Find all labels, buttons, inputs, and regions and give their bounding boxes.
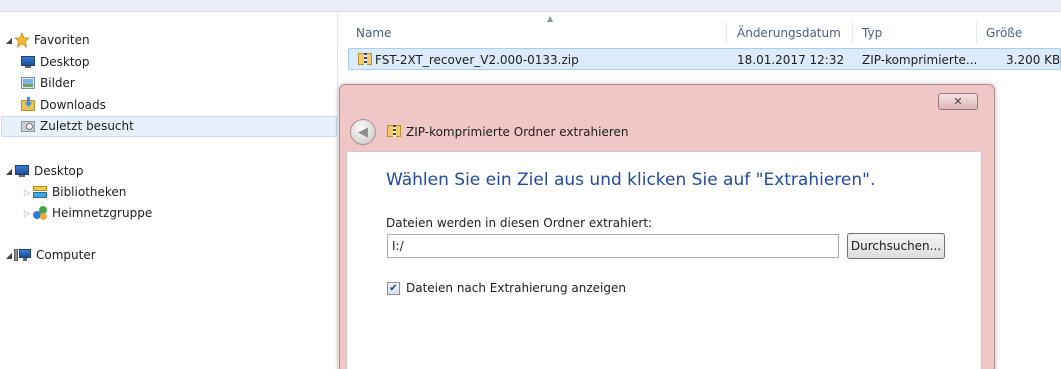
file-date: 18.01.2017 12:32: [737, 53, 845, 67]
downloads-icon: [20, 97, 36, 113]
nav-item-desktop-root[interactable]: ◢ Desktop: [4, 161, 84, 181]
instruction-heading: Wählen Sie ein Ziel aus und klicken Sie …: [386, 170, 876, 190]
nav-item-heimnetzgruppe[interactable]: ▷ Heimnetzgruppe: [22, 203, 152, 223]
homegroup-icon: [32, 205, 48, 221]
nav-item-desktop[interactable]: Desktop: [20, 52, 90, 72]
nav-item-bibliotheken[interactable]: ▷ Bibliotheken: [22, 182, 126, 202]
nav-item-label: Heimnetzgruppe: [52, 206, 153, 220]
column-divider[interactable]: [976, 22, 977, 44]
recent-places-icon: [20, 119, 36, 133]
nav-item-label: Desktop: [40, 55, 90, 69]
close-icon: ✕: [953, 95, 963, 108]
expanded-arrow-icon[interactable]: ◢: [4, 36, 14, 45]
back-arrow-icon: ◀: [358, 124, 368, 140]
destination-path-input[interactable]: [387, 234, 839, 258]
collapsed-arrow-icon[interactable]: ▷: [22, 188, 32, 197]
destination-label: Dateien werden in diesen Ordner extrahie…: [386, 216, 653, 230]
column-divider[interactable]: [726, 22, 727, 44]
nav-item-bilder[interactable]: Bilder: [20, 73, 75, 93]
zip-folder-icon: [357, 51, 373, 67]
nav-item-label: Bibliotheken: [52, 185, 127, 199]
desktop-icon: [20, 55, 36, 69]
back-button[interactable]: ◀: [350, 119, 376, 145]
show-files-label[interactable]: Dateien nach Extrahierung anzeigen: [406, 281, 626, 295]
column-divider[interactable]: [852, 22, 853, 44]
show-files-checkbox[interactable]: ✔: [387, 282, 400, 295]
desktop-icon: [14, 164, 30, 178]
file-name: FST-2XT_recover_V2.000-0133.zip: [375, 53, 579, 67]
expanded-arrow-icon[interactable]: ◢: [4, 167, 14, 176]
nav-item-favoriten[interactable]: ◢ Favoriten: [4, 30, 90, 50]
nav-item-downloads[interactable]: Downloads: [20, 95, 106, 115]
nav-item-label: Computer: [36, 248, 96, 262]
pictures-icon: [20, 76, 36, 90]
browse-button[interactable]: Durchsuchen...: [847, 233, 945, 259]
column-header-type[interactable]: Typ: [862, 22, 882, 44]
checkmark-icon: ✔: [389, 282, 398, 294]
nav-item-label: Bilder: [40, 76, 75, 90]
column-header-size[interactable]: Größe: [986, 22, 1022, 44]
column-header-date[interactable]: Änderungsdatum: [737, 22, 841, 44]
libraries-icon: [32, 185, 48, 199]
expanded-arrow-icon[interactable]: ◢: [4, 251, 14, 260]
navigation-pane: ◢ Favoriten Desktop Bilder Downloads Zul…: [0, 12, 338, 369]
nav-item-label: Desktop: [34, 164, 84, 178]
nav-item-label: Zuletzt besucht: [40, 119, 134, 133]
sort-ascending-icon: ▲: [547, 14, 554, 23]
collapsed-arrow-icon[interactable]: ▷: [22, 209, 32, 218]
dialog-content: Wählen Sie ein Ziel aus und klicken Sie …: [346, 151, 982, 369]
nav-item-zuletzt-besucht[interactable]: Zuletzt besucht: [20, 116, 134, 136]
close-button[interactable]: ✕: [938, 93, 978, 110]
file-size: 3.200 KB: [1006, 53, 1061, 67]
extract-dialog: ✕ ◀ ZIP-komprimierte Ordner extrahieren …: [339, 84, 995, 369]
nav-item-computer[interactable]: ◢ Computer: [4, 245, 96, 265]
computer-icon: [14, 248, 32, 262]
star-icon: [13, 31, 31, 49]
window-top-strip: [0, 0, 1061, 12]
zip-folder-icon: [386, 123, 402, 139]
nav-item-label: Favoriten: [34, 33, 90, 47]
nav-item-label: Downloads: [40, 98, 106, 112]
column-header-name[interactable]: Name: [356, 22, 391, 44]
dialog-title: ZIP-komprimierte Ordner extrahieren: [406, 125, 629, 139]
file-type: ZIP-komprimierte...: [862, 53, 978, 67]
file-row[interactable]: FST-2XT_recover_V2.000-0133.zip 18.01.20…: [348, 48, 1061, 70]
